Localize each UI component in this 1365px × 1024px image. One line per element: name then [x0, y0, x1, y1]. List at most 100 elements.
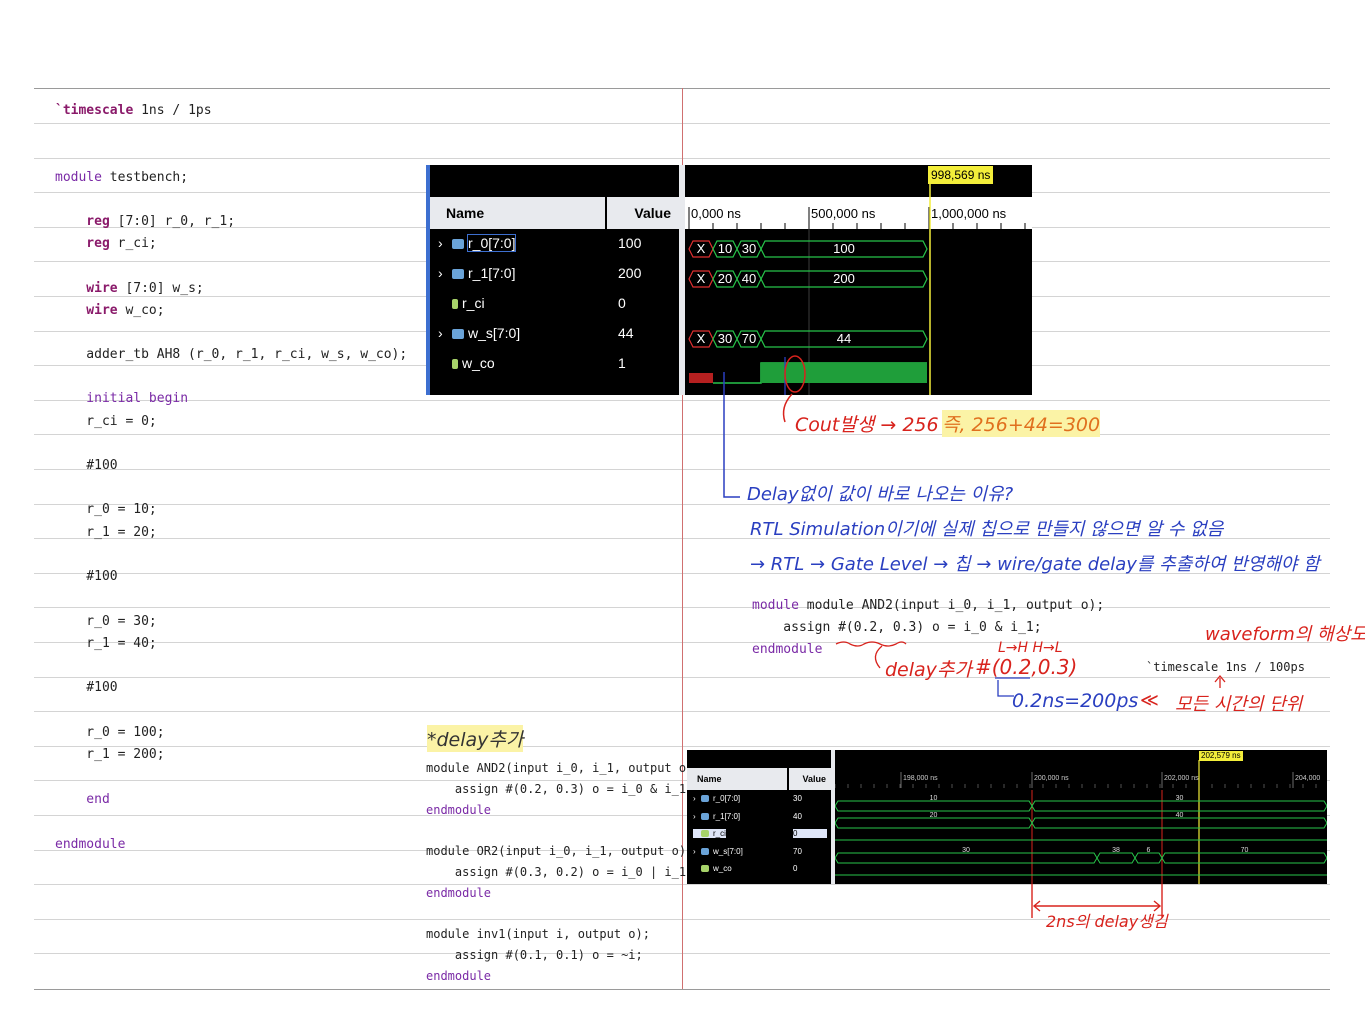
bus-value-label: X — [697, 331, 706, 346]
signal-row-2-r_0[interactable]: › r_0[7:0] — [693, 794, 740, 803]
expand-chevron-icon[interactable]: › — [693, 812, 701, 821]
signal-row-r_ci[interactable]: r_ci — [438, 295, 485, 311]
bus-segment — [1096, 852, 1136, 864]
signal-row-w_co[interactable]: w_co — [438, 355, 495, 371]
bus-value-label: X — [697, 241, 706, 256]
bottom-rule — [34, 989, 1330, 990]
code-line: r_0 = 10; — [55, 502, 157, 518]
why-note-2: RTL Simulation이기에 실제 칩으로 만들지 않으면 알 수 없음 — [750, 519, 1224, 540]
code-line: initial begin — [55, 391, 188, 407]
delay-title: *delay추가 — [427, 725, 524, 752]
signal-name: w_s[7:0] — [713, 846, 743, 856]
signal-icon — [701, 812, 709, 820]
signal-row-w_s[interactable]: › w_s[7:0] — [438, 325, 520, 341]
bus-value-label: 40 — [1176, 812, 1184, 819]
bus-value-label: 10 — [930, 795, 938, 802]
signal-value: 100 — [618, 235, 642, 251]
code-token: [7:0] w_s; — [117, 281, 204, 296]
signal-name: r_0[7:0] — [713, 794, 741, 803]
signal-value: 0 — [618, 295, 626, 311]
signal-row-2-w_co[interactable]: w_co — [693, 864, 732, 873]
bus-value-label: 20 — [718, 271, 732, 286]
value-column-header[interactable]: Value — [607, 197, 679, 229]
code-token: adder_tb AH8 (r_0, r_1, r_ci, w_s, w_co)… — [55, 347, 408, 362]
signal-value: 1 — [618, 355, 626, 371]
code-line: r_0 = 30; — [55, 614, 156, 630]
code-line: `timescale 1ns / 1ps — [55, 103, 212, 119]
signal-name: w_co — [462, 355, 495, 371]
two-ns-delay-note: 2ns의 delay생김 — [1046, 912, 1168, 931]
code-line: reg r_ci; — [55, 236, 156, 252]
signal-value: 0 — [793, 829, 827, 838]
why-note-1: Delay없이 값이 바로 나오는 이유? — [747, 484, 1014, 505]
code-token: testbench; — [101, 170, 189, 185]
cout-sum-note: 즉, 256+44=300 — [942, 410, 1101, 437]
code-token: `timescale — [55, 103, 134, 118]
value-column-header-2[interactable]: Value — [789, 768, 831, 790]
code-token: r_0 = 10; — [55, 502, 157, 517]
code-line: module testbench; — [55, 170, 188, 186]
code-token: r_1 = 200; — [55, 747, 165, 762]
and2-code-assign: assign #(0.2, 0.3) o = i_0 & i_1; — [752, 620, 1042, 635]
signal-row-r_0[interactable]: › r_0[7:0] — [438, 234, 517, 252]
bus-segment — [835, 800, 1033, 812]
code-line: #100 — [55, 458, 118, 474]
and2-code-end: endmodule — [752, 642, 823, 657]
signal-row-2-r_1[interactable]: › r_1[7:0] — [693, 812, 740, 821]
tick-label: 200,000 ns — [1034, 775, 1069, 782]
tick-label: 500,000 ns — [811, 206, 876, 221]
tick-label: 0,000 ns — [691, 206, 741, 221]
bus-segment — [835, 852, 1098, 864]
signal-row-2-w_s[interactable]: › w_s[7:0] — [693, 847, 743, 856]
code-token: r_1 = 20; — [55, 525, 157, 540]
code-line: reg [7:0] r_0, r_1; — [55, 214, 235, 230]
code-line: adder_tb AH8 (r_0, r_1, r_ci, w_s, w_co)… — [55, 347, 407, 363]
code-line: r_1 = 200; — [55, 747, 165, 763]
bus-value-label: 10 — [718, 241, 732, 256]
delay-code-line: module OR2(input i_0, i_1, output o); — [426, 844, 694, 858]
delay-code-line: endmodule — [426, 803, 492, 817]
why-note-3: → RTL → Gate Level → 칩 → wire/gate delay… — [750, 554, 1320, 575]
expand-chevron-icon[interactable]: › — [693, 847, 701, 856]
expand-chevron-icon[interactable]: › — [438, 235, 452, 251]
signal-value: 40 — [793, 811, 802, 821]
signal-icon — [452, 269, 464, 280]
and2-code: module module AND2(input i_0, i_1, outpu… — [752, 598, 1105, 613]
bus-value-label: 44 — [837, 331, 851, 346]
delay-code-line: assign #(0.2, 0.3) o = i_0 & i_1; — [426, 782, 694, 796]
bus-value-label: 40 — [742, 271, 756, 286]
signal-name: r_0[7:0] — [466, 234, 517, 252]
signal-row-2-r_ci[interactable]: r_ci — [693, 829, 726, 838]
name-column-header[interactable]: Name — [430, 197, 605, 229]
delay-code-line: assign #(0.1, 0.1) o = ~i; — [426, 948, 643, 962]
waveform-plot-2[interactable]: 198,000 ns 200,000 ns 202,000 ns 204,000 10 3… — [835, 750, 1327, 884]
signal-icon — [452, 359, 458, 370]
code-token: #100 — [55, 458, 118, 473]
code-line: wire [7:0] w_s; — [55, 281, 204, 297]
signal-name: w_co — [713, 864, 732, 873]
bus-value-label: 70 — [742, 331, 756, 346]
waveform-window-2: Name Value 202,579 ns › r_0[7:0] 30 › r_1[7:… — [687, 750, 1327, 884]
code-token: reg — [55, 214, 110, 229]
name-column-header-2[interactable]: Name — [687, 768, 787, 790]
code-token: 1ns / 1ps — [133, 103, 212, 118]
code-line: #100 — [55, 569, 117, 585]
expand-chevron-icon[interactable]: › — [438, 325, 452, 341]
expand-chevron-icon[interactable]: › — [438, 265, 452, 281]
signal-name: r_1[7:0] — [713, 811, 741, 821]
signal-icon — [452, 299, 458, 310]
undefined-segment — [689, 373, 713, 383]
tick-label: 1,000,000 ns — [931, 206, 1007, 221]
code-token: end — [55, 792, 110, 807]
bus-value-label: 30 — [962, 847, 970, 854]
bus-value-label: 100 — [833, 241, 855, 256]
signal-icon — [701, 865, 709, 873]
signal-icon — [452, 239, 464, 250]
code-line: #100 — [55, 680, 117, 696]
delay-code-line: assign #(0.3, 0.2) o = i_0 | i_1; — [426, 865, 694, 879]
signal-row-r_1[interactable]: › r_1[7:0] — [438, 265, 515, 281]
code-token: r_1 = 40; — [55, 636, 157, 651]
expand-chevron-icon[interactable]: › — [693, 794, 701, 803]
signal-icon — [701, 847, 709, 855]
tick-label: 202,000 ns — [1164, 775, 1199, 782]
